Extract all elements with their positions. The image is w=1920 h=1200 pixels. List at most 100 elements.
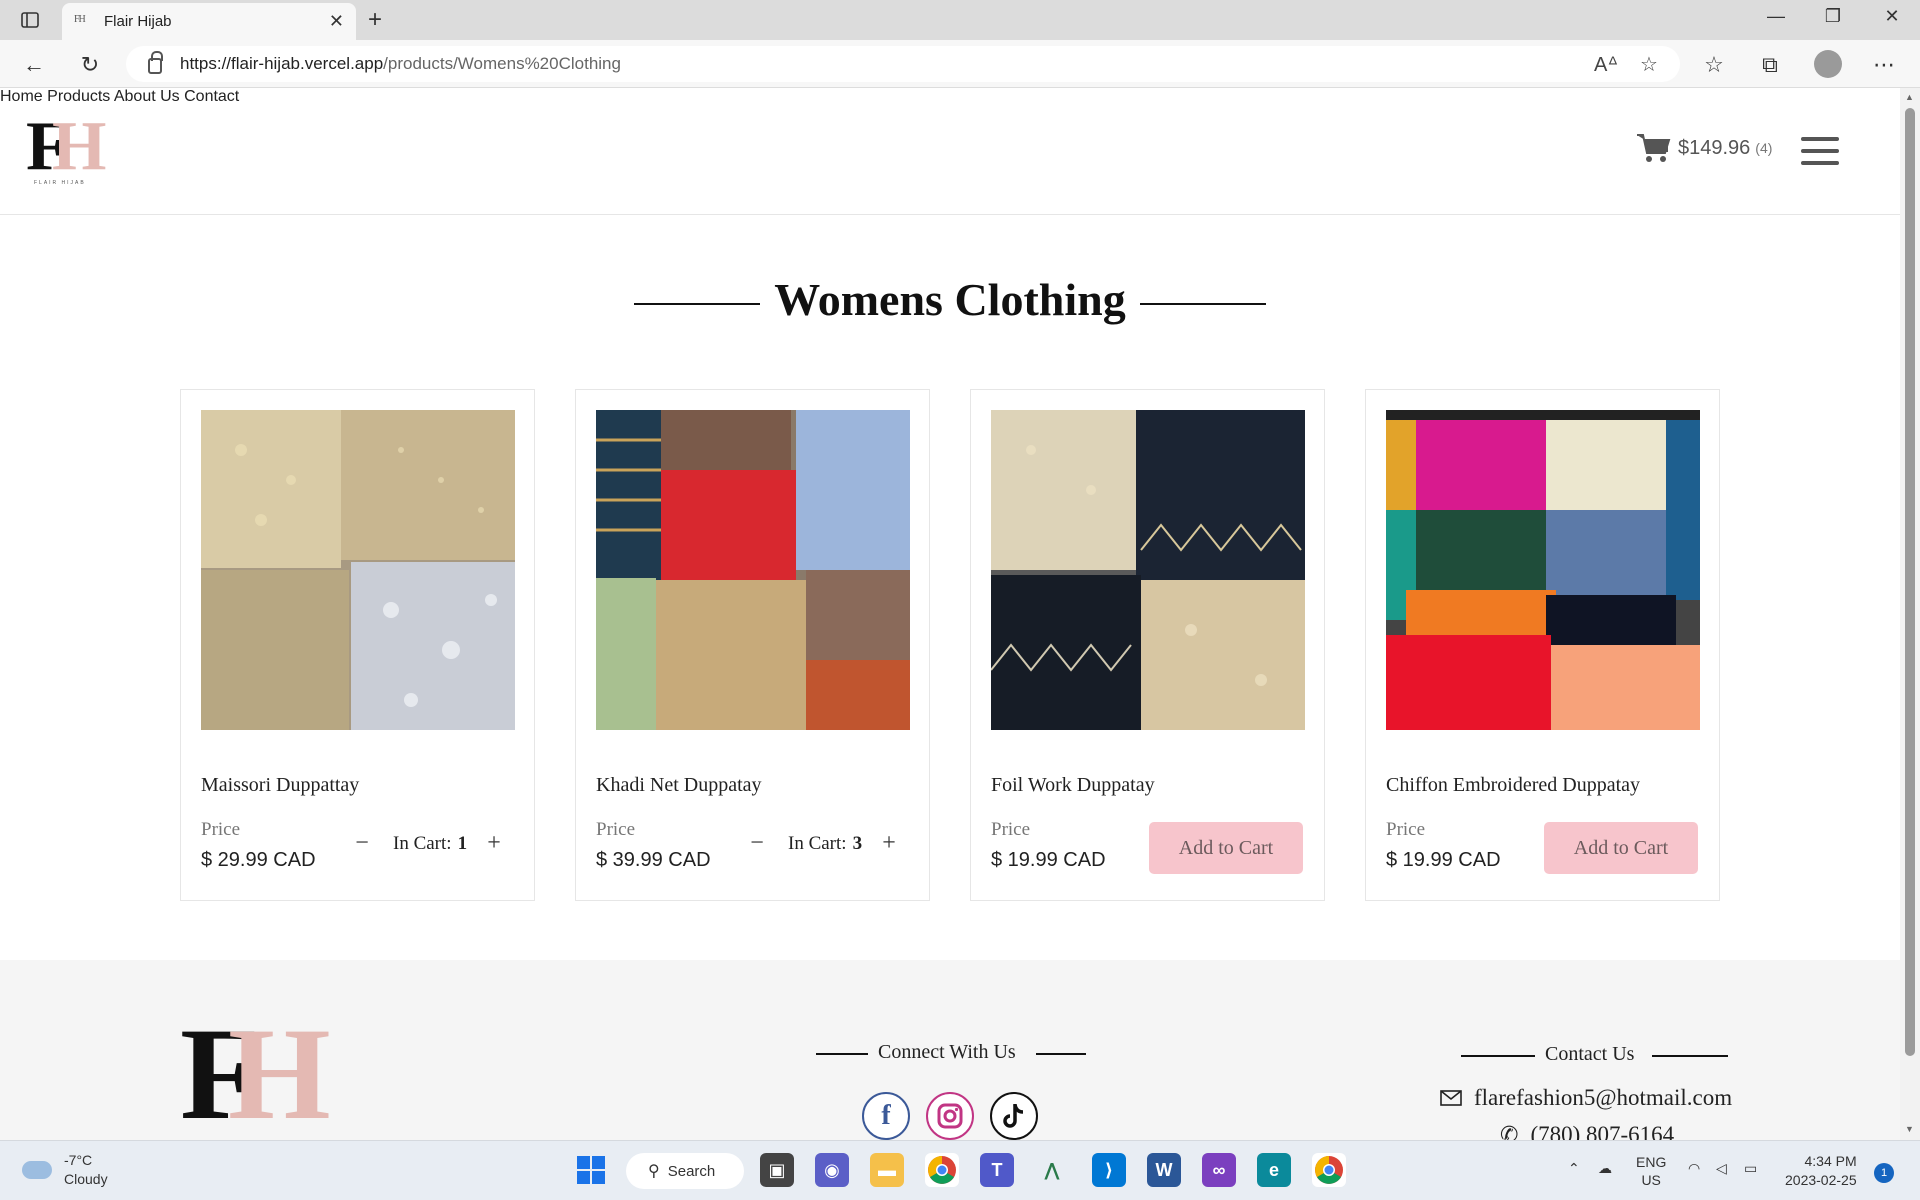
nav-home[interactable]: Home <box>0 88 43 105</box>
add-to-cart-button[interactable]: Add to Cart <box>1544 822 1698 874</box>
page-scrollbar[interactable]: ▲ ▼ <box>1900 88 1920 1140</box>
url-field[interactable]: https://flair-hijab.vercel.app/products/… <box>126 46 1680 82</box>
add-favorite-icon[interactable]: ☆ <box>1640 52 1658 77</box>
weather-condition: Cloudy <box>64 1171 108 1187</box>
decrease-quantity-button[interactable]: − <box>744 830 770 857</box>
onedrive-icon[interactable]: ☁ <box>1598 1159 1612 1177</box>
product-image[interactable] <box>991 410 1305 730</box>
chrome-icon[interactable] <box>925 1153 959 1187</box>
nav-products[interactable]: Products <box>47 88 110 105</box>
favorites-icon[interactable]: ☆ <box>1700 52 1728 78</box>
product-price: $ 19.99 CAD <box>991 849 1106 871</box>
weather-widget[interactable]: -7°C Cloudy <box>22 1151 108 1189</box>
browser-tab-bar: FH Flair Hijab ✕ + — ❐ ✕ <box>0 0 1920 40</box>
minimize-icon[interactable]: — <box>1756 6 1796 27</box>
scroll-down-icon[interactable]: ▼ <box>1905 1124 1914 1134</box>
nav-contact[interactable]: Contact <box>184 88 239 105</box>
price-label: Price <box>991 819 1031 840</box>
cart-icon <box>1637 134 1671 162</box>
volume-icon[interactable]: ◁ <box>1716 1159 1727 1177</box>
close-window-icon[interactable]: ✕ <box>1872 6 1912 27</box>
increase-quantity-button[interactable]: + <box>481 830 507 857</box>
taskbar-search[interactable]: ⚲ Search <box>626 1153 744 1189</box>
vscode-icon[interactable]: ⟩ <box>1092 1153 1126 1187</box>
start-menu-icon[interactable] <box>574 1153 608 1187</box>
mail-icon <box>1440 1090 1462 1106</box>
instagram-icon[interactable] <box>926 1092 974 1140</box>
chrome-alt-icon[interactable] <box>1312 1153 1346 1187</box>
contact-rule-right <box>1652 1055 1728 1057</box>
product-price: $ 29.99 CAD <box>201 849 316 871</box>
add-to-cart-button[interactable]: Add to Cart <box>1149 822 1303 874</box>
edge-icon[interactable]: e <box>1257 1153 1291 1187</box>
product-image[interactable] <box>1386 410 1700 730</box>
in-cart-count: 1 <box>457 832 468 854</box>
scrollbar-thumb[interactable] <box>1905 108 1915 1056</box>
product-card: Chiffon Embroidered Duppatay Price $ 19.… <box>1365 389 1720 901</box>
system-clock[interactable]: 4:34 PM 2023-02-25 <box>1785 1152 1857 1190</box>
visual-studio-icon[interactable]: ∞ <box>1202 1153 1236 1187</box>
contact-rule-left <box>1461 1055 1535 1057</box>
in-cart-count: 3 <box>852 832 863 854</box>
word-icon[interactable]: W <box>1147 1153 1181 1187</box>
cart-total: $149.96 <box>1678 136 1751 159</box>
product-name[interactable]: Maissori Duppattay <box>201 774 359 797</box>
close-tab-icon[interactable]: ✕ <box>329 11 344 32</box>
collections-icon[interactable]: ⧉ <box>1756 52 1784 78</box>
facebook-icon[interactable]: f <box>862 1092 910 1140</box>
new-tab-icon[interactable]: + <box>368 6 382 34</box>
tab-actions-icon[interactable] <box>18 8 42 32</box>
page-title: Womens Clothing <box>774 274 1126 325</box>
android-studio-icon[interactable]: ⋀ <box>1035 1153 1069 1187</box>
cart-summary[interactable]: $149.96 (4) <box>1636 132 1772 164</box>
product-image[interactable] <box>596 410 910 730</box>
scroll-up-icon[interactable]: ▲ <box>1905 92 1914 102</box>
decrease-quantity-button[interactable]: − <box>349 830 375 857</box>
connect-rule-right <box>1036 1053 1086 1055</box>
wifi-icon[interactable]: ◠ <box>1688 1159 1700 1177</box>
file-explorer-icon[interactable]: ▬ <box>870 1153 904 1187</box>
hamburger-menu-icon[interactable] <box>1801 137 1839 165</box>
footer-email[interactable]: flarefashion5@hotmail.com <box>1474 1085 1732 1111</box>
product-name[interactable]: Khadi Net Duppatay <box>596 774 762 797</box>
product-card: Khadi Net Duppatay Price $ 39.99 CAD − I… <box>575 389 930 901</box>
region-code: US <box>1641 1172 1661 1188</box>
battery-icon[interactable]: ▭ <box>1744 1159 1757 1177</box>
product-name[interactable]: Chiffon Embroidered Duppatay <box>1386 774 1640 797</box>
product-image[interactable] <box>201 410 515 730</box>
cloud-icon <box>22 1161 52 1179</box>
lock-icon <box>148 51 163 74</box>
nav-about-us[interactable]: About Us <box>114 88 180 105</box>
url-path: /products/Womens%20Clothing <box>383 54 621 73</box>
chat-icon[interactable]: ◉ <box>815 1153 849 1187</box>
profile-avatar[interactable] <box>1814 50 1842 78</box>
increase-quantity-button[interactable]: + <box>876 830 902 857</box>
connect-heading: Connect With Us <box>878 1041 1016 1063</box>
page-viewport: F H FLAIR HIJAB Home Products About Us C… <box>0 88 1900 1140</box>
product-name[interactable]: Foil Work Duppatay <box>991 774 1155 797</box>
tab-title: Flair Hijab <box>104 13 172 30</box>
restore-icon[interactable]: ❐ <box>1813 6 1853 27</box>
product-card: Foil Work Duppatay Price $ 19.99 CAD Add… <box>970 389 1325 901</box>
language-code: ENG <box>1636 1154 1667 1170</box>
product-card: Maissori Duppattay Price $ 29.99 CAD − I… <box>180 389 535 901</box>
clock-time: 4:34 PM <box>1804 1153 1857 1169</box>
show-hidden-icons[interactable]: ⌃ <box>1568 1159 1580 1177</box>
url-host: https://flair-hijab.vercel.app <box>180 54 384 73</box>
tiktok-icon[interactable] <box>990 1092 1038 1140</box>
browser-tab[interactable]: FH Flair Hijab ✕ <box>62 3 356 40</box>
site-logo[interactable]: F H FLAIR HIJAB <box>26 112 106 188</box>
site-header: F H FLAIR HIJAB Home Products About Us C… <box>0 88 1900 215</box>
notification-badge[interactable]: 1 <box>1874 1163 1894 1183</box>
teams-icon[interactable]: T <box>980 1153 1014 1187</box>
task-view-icon[interactable]: ▣ <box>760 1153 794 1187</box>
more-menu-icon[interactable]: ⋯ <box>1870 52 1898 78</box>
search-icon: ⚲ <box>648 1163 660 1180</box>
read-aloud-icon[interactable]: Aᐞ <box>1594 52 1618 77</box>
back-icon[interactable]: ← <box>20 52 48 78</box>
refresh-icon[interactable]: ↻ <box>76 52 104 78</box>
site-favicon-icon: FH <box>74 13 86 25</box>
footer-phone[interactable]: (780) 807-6164 <box>1530 1122 1674 1140</box>
language-indicator[interactable]: ENG US <box>1636 1153 1666 1189</box>
cart-count: (4) <box>1755 140 1773 156</box>
